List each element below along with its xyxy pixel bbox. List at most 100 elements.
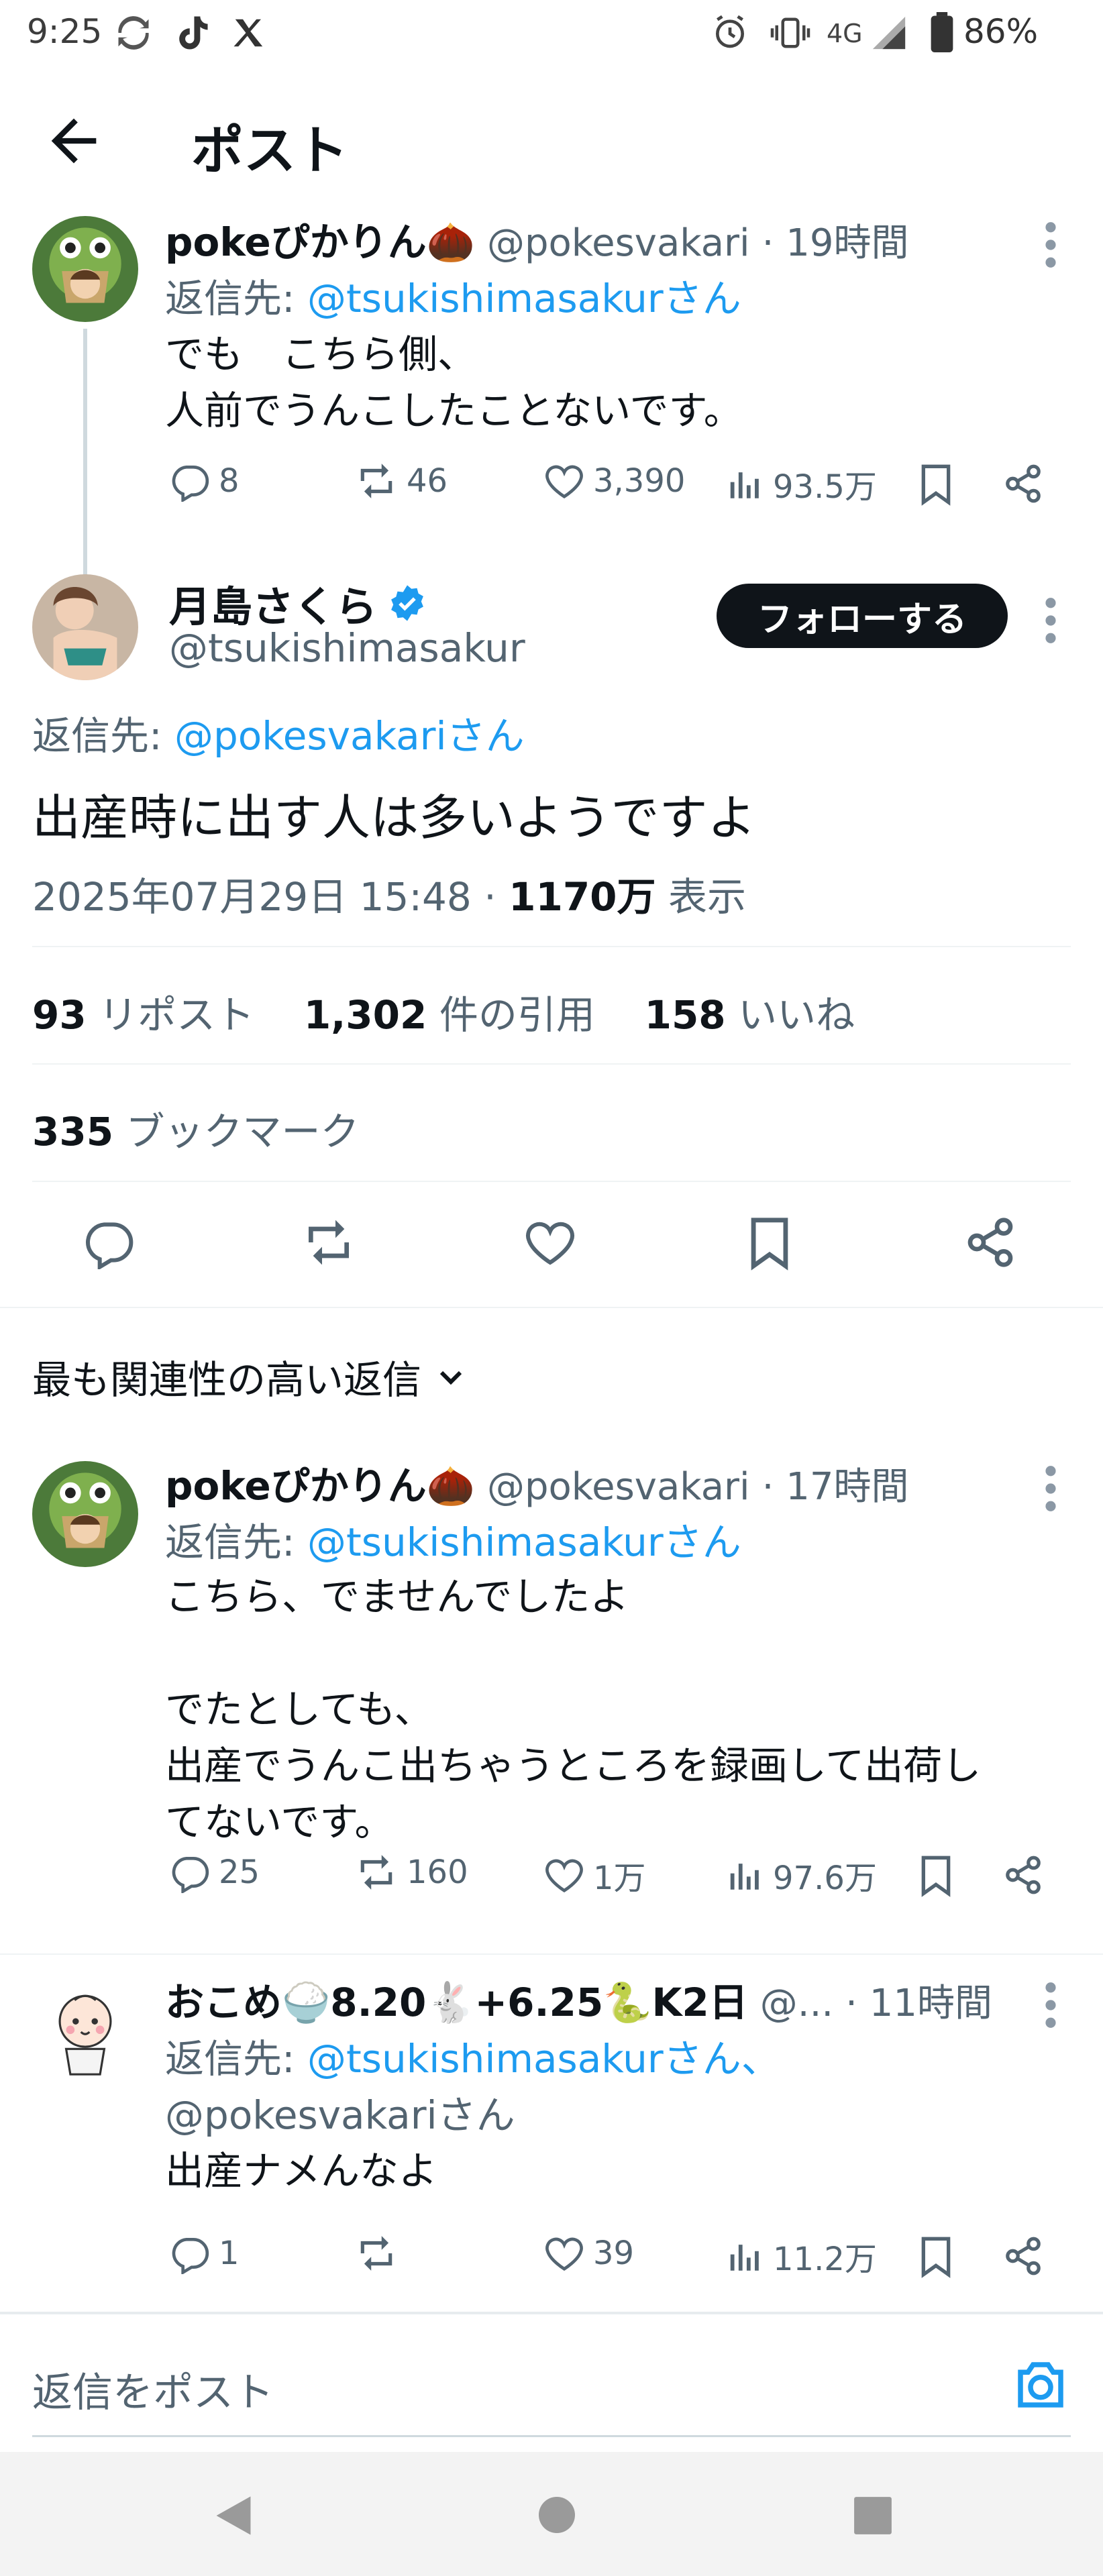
follow-button[interactable]: フォローする — [717, 584, 1008, 648]
author-handle[interactable]: @... — [760, 1982, 833, 2025]
alarm-icon — [716, 15, 744, 48]
nav-home-icon[interactable] — [537, 2495, 577, 2535]
repost-icon[interactable] — [301, 1216, 357, 1269]
battery-icon — [931, 12, 953, 52]
avatar[interactable] — [32, 1979, 138, 2085]
share-icon[interactable] — [963, 1216, 1017, 1269]
reply-button[interactable]: 1 — [169, 2233, 240, 2274]
reply-sort-dropdown[interactable]: 最も関連性の高い返信 — [32, 1348, 467, 1405]
post-time[interactable]: · 19時間 — [762, 213, 909, 267]
divider — [32, 1181, 1071, 1182]
arrow-left-icon — [51, 118, 97, 164]
author-name[interactable]: 月島さくら — [169, 573, 377, 633]
nav-back-icon[interactable] — [212, 2492, 255, 2539]
reposts-stat[interactable]: 93 リポスト — [32, 992, 254, 1038]
reply-button[interactable]: 25 — [169, 1851, 260, 1893]
network-type: 4G — [827, 19, 863, 48]
more-options-icon[interactable] — [1044, 597, 1057, 644]
post-time[interactable]: · 17時間 — [762, 1456, 909, 1511]
reply-to-user-link[interactable]: @pokesvakariさん — [174, 713, 525, 759]
views-chart-icon — [730, 472, 759, 498]
author-handle[interactable]: @pokesvakari — [487, 221, 750, 265]
sync-icon — [118, 16, 149, 50]
views-button[interactable]: 97.6万 — [726, 1851, 877, 1898]
divider — [0, 1953, 1103, 1955]
views-count: 1170万 — [509, 874, 656, 920]
reply-count: 25 — [219, 1854, 260, 1891]
status-time: 9:25 — [27, 12, 103, 51]
views-button[interactable]: 11.2万 — [726, 2233, 877, 2279]
bookmark-icon[interactable] — [916, 1854, 955, 1897]
share-icon[interactable] — [1002, 463, 1044, 504]
chevron-down-icon — [439, 1371, 462, 1385]
reply-input[interactable]: 返信をポスト — [32, 2360, 274, 2418]
reply-to-user-link[interactable]: @tsukishimasakurさん — [307, 1519, 741, 1565]
more-options-icon[interactable] — [1044, 221, 1057, 268]
avatar[interactable] — [32, 574, 138, 680]
reply-icon[interactable] — [82, 1216, 136, 1269]
avatar[interactable] — [32, 1461, 138, 1567]
bookmarks-stat[interactable]: 335 ブックマーク — [32, 1100, 360, 1157]
heart-icon[interactable] — [523, 1216, 577, 1269]
repost-button[interactable]: 160 — [354, 1851, 468, 1893]
author-name[interactable]: pokeぴかりん🌰 — [165, 211, 475, 267]
camera-icon[interactable] — [1010, 2355, 1071, 2415]
views-button[interactable]: 93.5万 — [726, 460, 877, 507]
engagement-stats: 93 リポスト 1,302 件の引用 158 いいね — [32, 983, 855, 1040]
like-button[interactable]: 1万 — [543, 1851, 646, 1898]
parent-post[interactable]: pokeぴかりん🌰 @pokesvakari · 19時間 返信先: @tsuk… — [0, 208, 1103, 577]
reply-post[interactable]: おこめ🍚8.20🐇+6.25🐍K2日 @... · 11時間 返信先: @tsu… — [0, 1966, 1103, 2301]
repost-icon — [360, 2236, 392, 2271]
like-button[interactable]: 3,390 — [543, 460, 685, 502]
views-count: 97.6万 — [773, 1860, 877, 1897]
like-count: 3,390 — [593, 462, 686, 500]
bookmark-icon[interactable] — [916, 2235, 955, 2278]
thread-line — [83, 329, 87, 577]
reply-post[interactable]: pokeぴかりん🌰 @pokesvakari · 17時間 返信先: @tsuk… — [0, 1449, 1103, 1945]
reply-icon — [172, 466, 209, 502]
reply-button[interactable]: 8 — [169, 460, 240, 502]
author-handle[interactable]: @pokesvakari — [487, 1465, 750, 1509]
reply-to-user-link[interactable]: @pokesvakariさん — [165, 2084, 515, 2140]
back-button[interactable] — [40, 107, 107, 174]
more-options-icon[interactable] — [1044, 1465, 1057, 1512]
author-name[interactable]: おこめ🍚8.20🐇+6.25🐍K2日 — [165, 1971, 748, 2027]
top-app-bar: ポスト — [0, 74, 1103, 208]
author-name[interactable]: pokeぴかりん🌰 — [165, 1454, 475, 1511]
divider — [0, 1307, 1103, 1308]
quotes-stat[interactable]: 1,302 件の引用 — [304, 992, 595, 1038]
reply-composer: 返信をポスト — [0, 2321, 1103, 2445]
input-underline — [32, 2435, 1071, 2437]
reply-to-user-link[interactable]: @tsukishimasakurさん — [307, 276, 741, 321]
verified-badge-icon — [391, 585, 423, 621]
nav-recents-icon[interactable] — [852, 2495, 894, 2536]
reply-icon — [172, 1857, 209, 1893]
views-count: 93.5万 — [773, 468, 877, 506]
reply-icon — [172, 2238, 209, 2274]
reply-to-prefix: 返信先: — [165, 276, 295, 321]
reply-to-user-link[interactable]: @tsukishimasakurさん、 — [307, 2036, 780, 2082]
post-text: 出産時に出す人は多いようですよ — [32, 790, 756, 846]
post-time[interactable]: · 11時間 — [845, 1973, 992, 2027]
bookmark-icon[interactable] — [916, 463, 955, 506]
like-button[interactable]: 39 — [543, 2233, 634, 2274]
author-handle[interactable]: @tsukishimasakur — [169, 625, 525, 671]
bookmark-icon[interactable] — [746, 1216, 793, 1271]
share-icon[interactable] — [1002, 1854, 1044, 1896]
page-title: ポスト — [191, 121, 349, 181]
status-bar: 9:25 4G 86% — [0, 0, 1103, 67]
like-count: 39 — [593, 2235, 635, 2272]
views-label: 表示 — [668, 874, 746, 920]
reply-to-prefix: 返信先: — [32, 713, 162, 759]
reply-count: 8 — [219, 462, 240, 500]
likes-stat[interactable]: 158 いいね — [645, 992, 855, 1038]
signal-icon — [872, 16, 906, 50]
more-options-icon[interactable] — [1044, 1982, 1057, 2029]
avatar[interactable] — [32, 216, 138, 322]
repost-icon — [360, 464, 392, 498]
repost-button[interactable]: 46 — [354, 460, 448, 502]
share-icon[interactable] — [1002, 2235, 1044, 2277]
heart-icon — [545, 465, 583, 498]
repost-button[interactable] — [354, 2233, 407, 2274]
post-timestamp[interactable]: 2025年07月29日 15:48 · — [32, 874, 496, 920]
